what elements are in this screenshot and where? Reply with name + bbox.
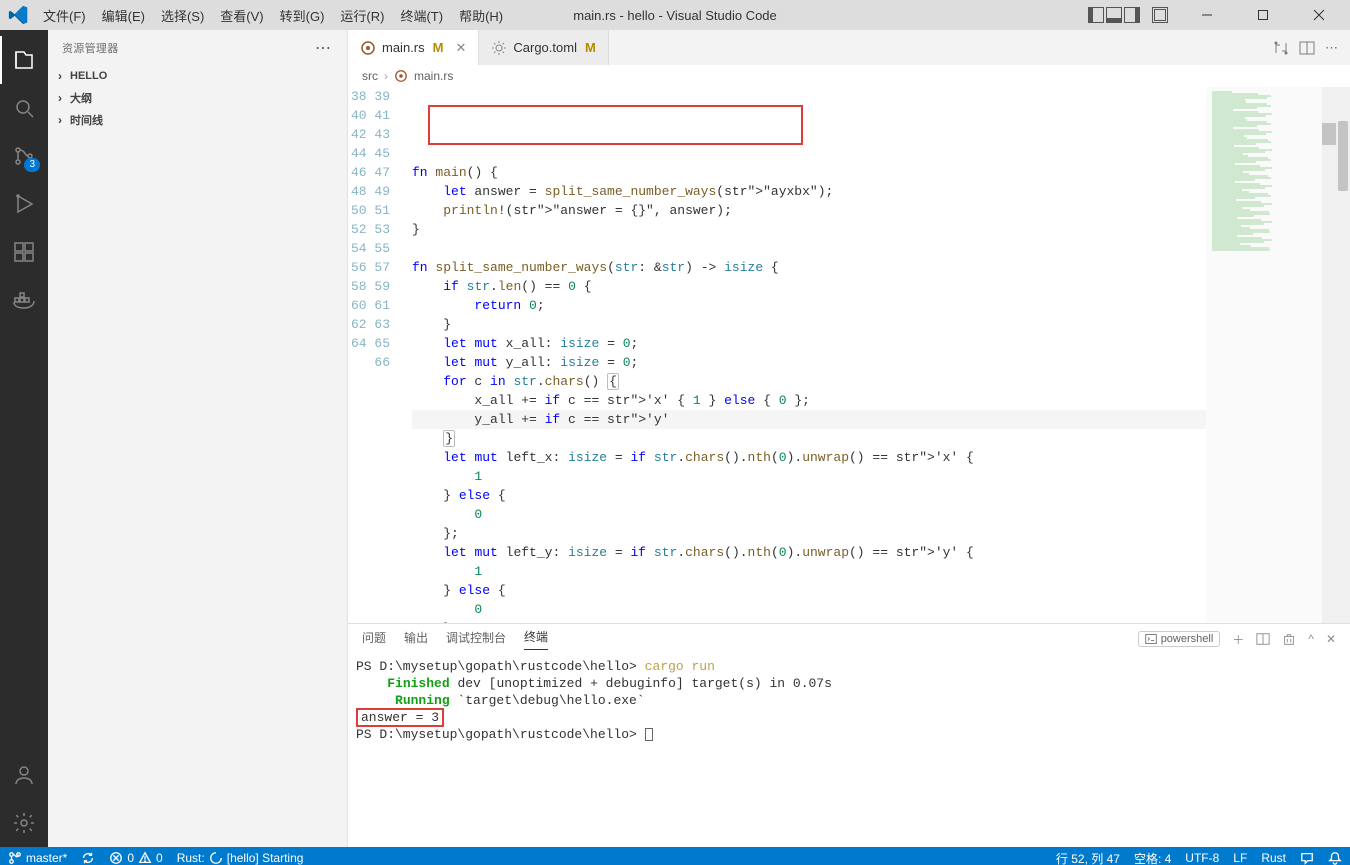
code-content[interactable]: fn main() { let answer = split_same_numb… xyxy=(412,87,1206,623)
menu-view[interactable]: 查看(V) xyxy=(213,2,270,29)
status-indentation[interactable]: 空格: 4 xyxy=(1134,850,1171,865)
feedback-icon xyxy=(1300,851,1314,865)
window-close[interactable] xyxy=(1296,0,1342,30)
menu-selection[interactable]: 选择(S) xyxy=(154,2,211,29)
menu-go[interactable]: 转到(G) xyxy=(273,2,332,29)
panel-close-icon[interactable]: ✕ xyxy=(1326,632,1336,646)
panel-tab-problems[interactable]: 问题 xyxy=(362,629,386,650)
compare-changes-icon[interactable] xyxy=(1273,40,1289,56)
editor-code-area[interactable]: 38 39 40 41 42 43 44 45 46 47 48 49 50 5… xyxy=(348,87,1350,623)
panel-maximize-icon[interactable]: ^ xyxy=(1308,632,1314,646)
editor-group: main.rs M ✕ Cargo.toml M ⋯ src › main.rs… xyxy=(348,30,1350,847)
status-encoding[interactable]: UTF-8 xyxy=(1185,850,1219,865)
layout-bottom-icon[interactable] xyxy=(1106,7,1122,23)
status-eol[interactable]: LF xyxy=(1233,850,1247,865)
loading-icon xyxy=(209,851,223,865)
tab-dirty-indicator: M xyxy=(585,40,596,55)
panel-tab-terminal[interactable]: 终端 xyxy=(524,628,548,650)
git-branch-icon xyxy=(8,851,22,865)
tab-close-icon[interactable]: ✕ xyxy=(455,40,466,56)
layout-right-icon[interactable] xyxy=(1124,7,1140,23)
tab-main-rs[interactable]: main.rs M ✕ xyxy=(348,30,479,65)
status-cursor-position[interactable]: 行 52, 列 47 xyxy=(1056,850,1120,865)
vscode-icon xyxy=(8,5,28,25)
activity-account[interactable] xyxy=(0,751,48,799)
status-bar: master* 0 0 Rust: [hello] Starting 行 52,… xyxy=(0,847,1350,865)
tab-cargo-toml[interactable]: Cargo.toml M xyxy=(479,30,608,65)
status-language[interactable]: Rust xyxy=(1261,850,1286,865)
menu-help[interactable]: 帮助(H) xyxy=(452,2,510,29)
activity-explorer[interactable] xyxy=(0,36,48,84)
warning-icon xyxy=(138,851,152,865)
status-branch[interactable]: master* xyxy=(8,851,67,865)
breadcrumb[interactable]: src › main.rs xyxy=(348,65,1350,87)
activity-extensions[interactable] xyxy=(0,228,48,276)
menu-terminal[interactable]: 终端(T) xyxy=(393,2,450,29)
scrollbar-thumb[interactable] xyxy=(1338,121,1348,191)
status-sync[interactable] xyxy=(81,851,95,865)
explorer-sidebar: 资源管理器 ⋯ ›HELLO ›大纲 ›时间线 xyxy=(48,30,348,847)
window-title: main.rs - hello - Visual Studio Code xyxy=(573,8,777,23)
status-problems[interactable]: 0 0 xyxy=(109,851,162,865)
menu-edit[interactable]: 编辑(E) xyxy=(95,2,152,29)
title-bar: 文件(F) 编辑(E) 选择(S) 查看(V) 转到(G) 运行(R) 终端(T… xyxy=(0,0,1350,30)
terminal-new-icon[interactable]: ＋ xyxy=(1232,631,1244,648)
panel-tab-debug-console[interactable]: 调试控制台 xyxy=(446,629,506,650)
minimap[interactable] xyxy=(1206,87,1336,623)
window-minimize[interactable] xyxy=(1184,0,1230,30)
activity-search[interactable] xyxy=(0,84,48,132)
sidebar-section-outline[interactable]: ›大纲 xyxy=(48,87,347,109)
activity-docker[interactable] xyxy=(0,276,48,324)
split-editor-icon[interactable] xyxy=(1299,40,1315,56)
highlight-red-box xyxy=(428,105,803,145)
overview-ruler[interactable] xyxy=(1322,87,1336,623)
sidebar-section-hello[interactable]: ›HELLO xyxy=(48,65,347,87)
activity-run-debug[interactable] xyxy=(0,180,48,228)
rust-file-icon xyxy=(394,69,408,83)
status-feedback[interactable] xyxy=(1300,850,1314,865)
breadcrumb-item[interactable]: src xyxy=(362,69,378,83)
error-icon xyxy=(109,851,123,865)
sidebar-section-timeline[interactable]: ›时间线 xyxy=(48,109,347,131)
tab-label: Cargo.toml xyxy=(513,40,577,55)
layout-left-icon[interactable] xyxy=(1088,7,1104,23)
terminal-cursor xyxy=(645,728,653,741)
activity-settings[interactable] xyxy=(0,799,48,847)
terminal-kill-icon[interactable] xyxy=(1282,632,1296,646)
editor-more-icon[interactable]: ⋯ xyxy=(1325,40,1340,56)
window-maximize[interactable] xyxy=(1240,0,1286,30)
bottom-panel: 问题 输出 调试控制台 终端 powershell ＋ ^ ✕ PS D:\my… xyxy=(348,623,1350,847)
terminal-content[interactable]: PS D:\mysetup\gopath\rustcode\hello> car… xyxy=(348,654,1350,847)
activity-scm[interactable]: 3 xyxy=(0,132,48,180)
panel-tabs: 问题 输出 调试控制台 终端 powershell ＋ ^ ✕ xyxy=(348,624,1350,654)
terminal-split-icon[interactable] xyxy=(1256,632,1270,646)
bell-icon xyxy=(1328,851,1342,865)
status-rust-analyzer[interactable]: Rust: [hello] Starting xyxy=(177,851,304,865)
menu-run[interactable]: 运行(R) xyxy=(333,2,391,29)
layout-customize-icon[interactable] xyxy=(1152,7,1168,23)
gear-file-icon xyxy=(491,40,507,56)
line-number-gutter: 38 39 40 41 42 43 44 45 46 47 48 49 50 5… xyxy=(348,87,400,623)
tab-dirty-indicator: M xyxy=(433,40,444,55)
sidebar-title: 资源管理器 ⋯ xyxy=(48,30,347,65)
chevron-right-icon: › xyxy=(384,69,388,83)
tab-label: main.rs xyxy=(382,40,425,55)
terminal-shell-selector[interactable]: powershell xyxy=(1138,631,1221,647)
breadcrumb-item[interactable]: main.rs xyxy=(414,69,453,83)
rust-file-icon xyxy=(360,40,376,56)
sync-icon xyxy=(81,851,95,865)
editor-scrollbar[interactable] xyxy=(1336,87,1350,623)
panel-tab-output[interactable]: 输出 xyxy=(404,629,428,650)
sidebar-more-icon[interactable]: ⋯ xyxy=(315,38,333,58)
highlight-red-box-terminal: answer = 3 xyxy=(356,708,444,727)
editor-tabs: main.rs M ✕ Cargo.toml M ⋯ xyxy=(348,30,1350,65)
terminal-icon xyxy=(1145,633,1157,645)
overview-thumb[interactable] xyxy=(1322,123,1336,145)
scm-badge: 3 xyxy=(24,158,40,172)
status-notifications[interactable] xyxy=(1328,850,1342,865)
activity-bar: 3 xyxy=(0,30,48,847)
menu-file[interactable]: 文件(F) xyxy=(36,2,93,29)
menu-bar: 文件(F) 编辑(E) 选择(S) 查看(V) 转到(G) 运行(R) 终端(T… xyxy=(36,2,510,29)
